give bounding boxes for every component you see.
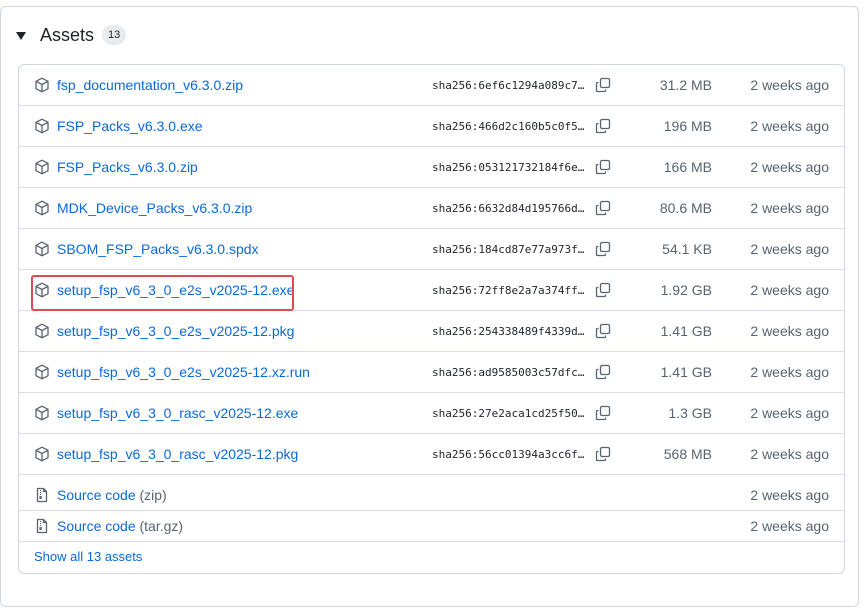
asset-link[interactable]: MDK_Device_Packs_v6.3.0.zip — [57, 200, 252, 216]
asset-time: 2 weeks ago — [750, 323, 829, 339]
asset-sha: sha256:ad9585003c57dfc38… — [432, 365, 590, 379]
file-zip-icon — [36, 487, 48, 503]
asset-time: 2 weeks ago — [750, 118, 829, 134]
package-icon — [35, 241, 49, 257]
copy-icon[interactable] — [595, 241, 611, 257]
asset-link[interactable]: SBOM_FSP_Packs_v6.3.0.spdx — [57, 241, 259, 257]
package-icon — [35, 323, 49, 339]
source-label: Source code — [57, 487, 136, 503]
asset-sha: sha256:466d2c160b5c0f5d0… — [432, 119, 590, 133]
asset-time: 2 weeks ago — [750, 200, 829, 216]
source-format: (tar.gz) — [139, 518, 184, 534]
file-zip-icon — [36, 518, 48, 534]
asset-link[interactable]: setup_fsp_v6_3_0_e2s_v2025-12.pkg — [57, 323, 294, 339]
asset-sha: sha256:053121732184f6ebb… — [432, 160, 590, 174]
asset-sha: sha256:254338489f4339d9b… — [432, 324, 590, 338]
assets-list: fsp_documentation_v6.3.0.zip sha256:6ef6… — [18, 64, 845, 574]
asset-link[interactable]: setup_fsp_v6_3_0_e2s_v2025-12.xz.run — [57, 364, 310, 380]
copy-icon[interactable] — [595, 323, 611, 339]
asset-time: 2 weeks ago — [750, 364, 829, 380]
source-row: Source code (zip) 2 weeks ago — [19, 480, 844, 511]
asset-size: 166 MB — [663, 159, 712, 175]
asset-row: setup_fsp_v6_3_0_rasc_v2025-12.pkg sha25… — [19, 434, 844, 475]
package-icon — [35, 364, 49, 380]
source-targz-link[interactable]: Source code (tar.gz) — [57, 518, 183, 534]
asset-row: setup_fsp_v6_3_0_rasc_v2025-12.exe sha25… — [19, 393, 844, 434]
asset-time: 2 weeks ago — [750, 405, 829, 421]
asset-size: 1.41 GB — [660, 364, 712, 380]
asset-link[interactable]: setup_fsp_v6_3_0_rasc_v2025-12.exe — [57, 405, 298, 421]
source-label: Source code — [57, 518, 136, 534]
copy-icon[interactable] — [595, 364, 611, 380]
asset-sha: sha256:27e2aca1cd25f501d… — [432, 406, 590, 420]
package-icon — [35, 405, 49, 421]
asset-time: 2 weeks ago — [750, 241, 829, 257]
asset-size: 568 MB — [663, 446, 712, 462]
asset-time: 2 weeks ago — [750, 159, 829, 175]
asset-sha: sha256:56cc01394a3cc6f20… — [432, 447, 590, 461]
asset-row: setup_fsp_v6_3_0_e2s_v2025-12.pkg sha256… — [19, 311, 844, 352]
asset-size: 196 MB — [663, 118, 712, 134]
asset-sha: sha256:6632d84d195766d43… — [432, 201, 590, 215]
asset-row: FSP_Packs_v6.3.0.exe sha256:466d2c160b5c… — [19, 106, 844, 147]
package-icon — [35, 200, 49, 216]
copy-icon[interactable] — [595, 405, 611, 421]
asset-link[interactable]: fsp_documentation_v6.3.0.zip — [57, 77, 243, 93]
asset-time: 2 weeks ago — [750, 446, 829, 462]
assets-title: Assets — [40, 24, 95, 45]
assets-header[interactable]: Assets 13 — [16, 24, 127, 46]
asset-sha: sha256:184cd87e77a973fd7… — [432, 242, 590, 256]
asset-time: 2 weeks ago — [750, 77, 829, 93]
assets-count-badge: 13 — [102, 25, 127, 45]
asset-link[interactable]: setup_fsp_v6_3_0_rasc_v2025-12.pkg — [57, 446, 298, 462]
asset-size: 1.3 GB — [668, 405, 712, 421]
caret-down-icon[interactable] — [16, 32, 26, 40]
asset-time: 2 weeks ago — [750, 487, 829, 503]
asset-row: MDK_Device_Packs_v6.3.0.zip sha256:6632d… — [19, 188, 844, 229]
package-icon — [35, 446, 49, 462]
asset-link[interactable]: FSP_Packs_v6.3.0.zip — [57, 159, 198, 175]
package-icon — [35, 77, 49, 93]
copy-icon[interactable] — [595, 77, 611, 93]
asset-link[interactable]: setup_fsp_v6_3_0_e2s_v2025-12.exe — [57, 282, 294, 298]
copy-icon[interactable] — [595, 282, 611, 298]
copy-icon[interactable] — [595, 200, 611, 216]
asset-size: 1.92 GB — [660, 282, 712, 298]
source-format: (zip) — [139, 487, 167, 503]
asset-row: setup_fsp_v6_3_0_e2s_v2025-12.exe sha256… — [19, 270, 844, 311]
package-icon — [35, 159, 49, 175]
copy-icon[interactable] — [595, 159, 611, 175]
asset-size: 1.41 GB — [660, 323, 712, 339]
asset-row: setup_fsp_v6_3_0_e2s_v2025-12.xz.run sha… — [19, 352, 844, 393]
asset-sha: sha256:6ef6c1294a089c7c1… — [432, 78, 590, 92]
copy-icon[interactable] — [595, 118, 611, 134]
asset-sha: sha256:72ff8e2a7a374ff1d… — [432, 283, 590, 297]
asset-time: 2 weeks ago — [750, 282, 829, 298]
asset-row: fsp_documentation_v6.3.0.zip sha256:6ef6… — [19, 65, 844, 106]
source-row: Source code (tar.gz) 2 weeks ago — [19, 511, 844, 542]
asset-row: SBOM_FSP_Packs_v6.3.0.spdx sha256:184cd8… — [19, 229, 844, 270]
asset-time: 2 weeks ago — [750, 518, 829, 534]
asset-size: 54.1 KB — [662, 241, 712, 257]
asset-size: 31.2 MB — [659, 77, 712, 93]
source-zip-link[interactable]: Source code (zip) — [57, 487, 167, 503]
package-icon — [35, 282, 49, 298]
copy-icon[interactable] — [595, 446, 611, 462]
show-all-assets-link[interactable]: Show all 13 assets — [34, 549, 142, 564]
asset-row: FSP_Packs_v6.3.0.zip sha256:053121732184… — [19, 147, 844, 188]
package-icon — [35, 118, 49, 134]
asset-link[interactable]: FSP_Packs_v6.3.0.exe — [57, 118, 203, 134]
asset-size: 80.6 MB — [659, 200, 712, 216]
